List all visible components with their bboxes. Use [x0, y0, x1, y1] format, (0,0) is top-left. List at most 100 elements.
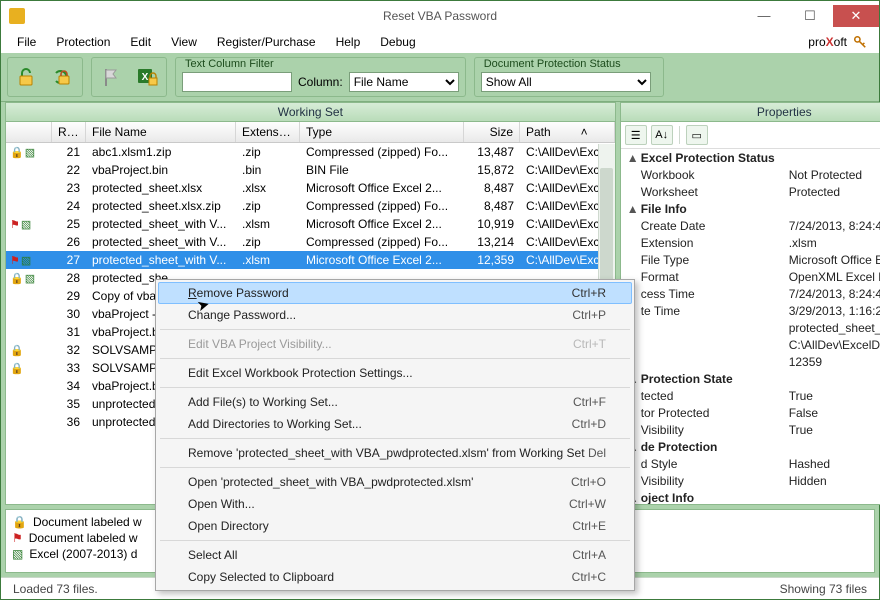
- prop-row: te Time3/29/2013, 1:16:20 AM: [627, 302, 880, 319]
- context-item[interactable]: Add Directories to Working Set...Ctrl+D: [158, 413, 632, 435]
- context-item[interactable]: Remove PasswordCtrl+R: [158, 282, 632, 304]
- brand-logo: proXoft: [808, 35, 873, 49]
- properties-title: Properties: [621, 103, 880, 122]
- lock-icon: 🔒: [10, 146, 24, 159]
- excel-icon: ▧: [21, 218, 31, 231]
- prop-row: Create Date7/24/2013, 8:24:48 PM: [627, 217, 880, 234]
- docstatus-select[interactable]: Show All: [481, 72, 651, 92]
- table-row[interactable]: 26protected_sheet_with V....zipCompresse…: [6, 233, 615, 251]
- unlock-button[interactable]: [10, 60, 44, 94]
- table-row[interactable]: 24protected_sheet.xlsx.zip.zipCompressed…: [6, 197, 615, 215]
- refresh-lock-button[interactable]: [46, 60, 80, 94]
- prop-row: WorkbookNot Protected: [627, 166, 880, 183]
- table-row[interactable]: 23protected_sheet.xlsx.xlsxMicrosoft Off…: [6, 179, 615, 197]
- col-size[interactable]: Size: [464, 122, 520, 142]
- context-item[interactable]: Open DirectoryCtrl+E: [158, 515, 632, 537]
- filter-input[interactable]: [182, 72, 292, 92]
- toolbar-group-protection: [7, 57, 83, 97]
- window-title: Reset VBA Password: [383, 9, 497, 23]
- excel-icon: ▧: [21, 254, 31, 267]
- svg-text:X: X: [142, 72, 149, 83]
- prop-alpha-button[interactable]: A↓: [651, 125, 673, 145]
- toolbar-group-flags: X: [91, 57, 167, 97]
- table-row[interactable]: ⚑▧27protected_sheet_with V....xlsmMicros…: [6, 251, 615, 269]
- context-item[interactable]: Open 'protected_sheet_with VBA_pwdprotec…: [158, 471, 632, 493]
- lock-icon: 🔒: [10, 362, 24, 375]
- menu-file[interactable]: File: [7, 33, 46, 51]
- prop-row: File TypeMicrosoft Office Excel 2007 M: [627, 251, 880, 268]
- lock-icon: 🔒: [10, 344, 24, 357]
- docstatus-legend: Document Protection Status: [481, 58, 657, 70]
- context-menu[interactable]: Remove PasswordCtrl+RChange Password...C…: [155, 279, 635, 591]
- prop-section: ▲de Protection: [627, 438, 880, 455]
- excel-lock-button[interactable]: X: [130, 60, 164, 94]
- prop-row: Extension.xlsm: [627, 234, 880, 251]
- status-left: Loaded 73 files.: [13, 582, 98, 596]
- excel-icon: ▧: [25, 272, 35, 285]
- filter-legend: Text Column Filter: [182, 58, 459, 70]
- excel-icon: ▧: [25, 146, 35, 159]
- prop-section: ▲ Protection State: [627, 370, 880, 387]
- prop-row: VisibilityHidden: [627, 472, 880, 489]
- context-item[interactable]: Edit Excel Workbook Protection Settings.…: [158, 362, 632, 384]
- prop-row: VisibilityTrue: [627, 421, 880, 438]
- prop-row: 12359: [627, 353, 880, 370]
- flag-icon: ⚑: [10, 218, 20, 231]
- context-item[interactable]: Add File(s) to Working Set...Ctrl+F: [158, 391, 632, 413]
- flag-icon: ⚑: [12, 531, 23, 545]
- title-bar: Reset VBA Password — ☐ ✕: [1, 1, 879, 31]
- close-button[interactable]: ✕: [833, 5, 879, 27]
- menu-help[interactable]: Help: [326, 33, 371, 51]
- prop-row: protected_sheet_with VBA_p: [627, 319, 880, 336]
- prop-row: C:\AllDev\ExcelDv\XLSx: [627, 336, 880, 353]
- app-window: Reset VBA Password — ☐ ✕ FileProtectionE…: [0, 0, 880, 600]
- prop-row: WorksheetProtected: [627, 183, 880, 200]
- flag-icon: ⚑: [10, 254, 20, 267]
- status-right: Showing 73 files: [780, 582, 867, 596]
- prop-pages-button[interactable]: ▭: [686, 125, 708, 145]
- table-row[interactable]: 22vbaProject.bin.binBIN File15,872C:\All…: [6, 161, 615, 179]
- context-item[interactable]: Open With...Ctrl+W: [158, 493, 632, 515]
- table-row[interactable]: 🔒▧21abc1.xlsm1.zip.zipCompressed (zipped…: [6, 143, 615, 161]
- maximize-button[interactable]: ☐: [787, 5, 833, 27]
- menu-registerpurchase[interactable]: Register/Purchase: [207, 33, 326, 51]
- context-item[interactable]: Select AllCtrl+A: [158, 544, 632, 566]
- minimize-button[interactable]: —: [741, 5, 787, 27]
- properties-toolbar: ☰ A↓ ▭: [621, 122, 880, 149]
- text-filter-group: Text Column Filter Column: File Name: [175, 57, 466, 97]
- menu-protection[interactable]: Protection: [46, 33, 120, 51]
- table-row[interactable]: ⚑▧25protected_sheet_with V....xlsmMicros…: [6, 215, 615, 233]
- properties-panel: Properties ☰ A↓ ▭ ▲Excel Protection Stat…: [620, 102, 880, 505]
- toolbar: X Text Column Filter Column: File Name D…: [1, 53, 879, 102]
- flag-button[interactable]: [94, 60, 128, 94]
- key-icon: [853, 35, 867, 49]
- col-ext[interactable]: Extension: [236, 122, 300, 142]
- column-label: Column:: [298, 75, 343, 89]
- app-icon: [9, 8, 25, 24]
- working-set-title: Working Set: [6, 103, 615, 122]
- context-item[interactable]: Remove 'protected_sheet_with VBA_pwdprot…: [158, 442, 632, 464]
- menu-debug[interactable]: Debug: [370, 33, 425, 51]
- context-item[interactable]: Change Password...Ctrl+P: [158, 304, 632, 326]
- menu-bar: FileProtectionEditViewRegister/PurchaseH…: [1, 31, 879, 53]
- lock-icon: 🔒: [12, 515, 27, 529]
- col-type[interactable]: Type: [300, 122, 464, 142]
- prop-section: ▲Excel Protection Status: [627, 149, 880, 166]
- prop-row: tectedTrue: [627, 387, 880, 404]
- col-row[interactable]: Row: [52, 122, 86, 142]
- col-file[interactable]: File Name: [86, 122, 236, 142]
- prop-categorized-button[interactable]: ☰: [625, 125, 647, 145]
- column-select[interactable]: File Name: [349, 72, 459, 92]
- prop-row: FormatOpenXML Excel Document: [627, 268, 880, 285]
- context-item[interactable]: Copy Selected to ClipboardCtrl+C: [158, 566, 632, 588]
- prop-row: d StyleHashed: [627, 455, 880, 472]
- menu-edit[interactable]: Edit: [120, 33, 161, 51]
- context-item: Edit VBA Project Visibility...Ctrl+T: [158, 333, 632, 355]
- prop-section: ▲oject Info: [627, 489, 880, 504]
- col-path[interactable]: Path ˄: [520, 122, 615, 142]
- prop-row: tor ProtectedFalse: [627, 404, 880, 421]
- grid-header: Row File Name Extension Type Size Path ˄: [6, 122, 615, 143]
- doc-status-group: Document Protection Status Show All: [474, 57, 664, 97]
- prop-row: cess Time7/24/2013, 8:24:48 PM: [627, 285, 880, 302]
- menu-view[interactable]: View: [161, 33, 207, 51]
